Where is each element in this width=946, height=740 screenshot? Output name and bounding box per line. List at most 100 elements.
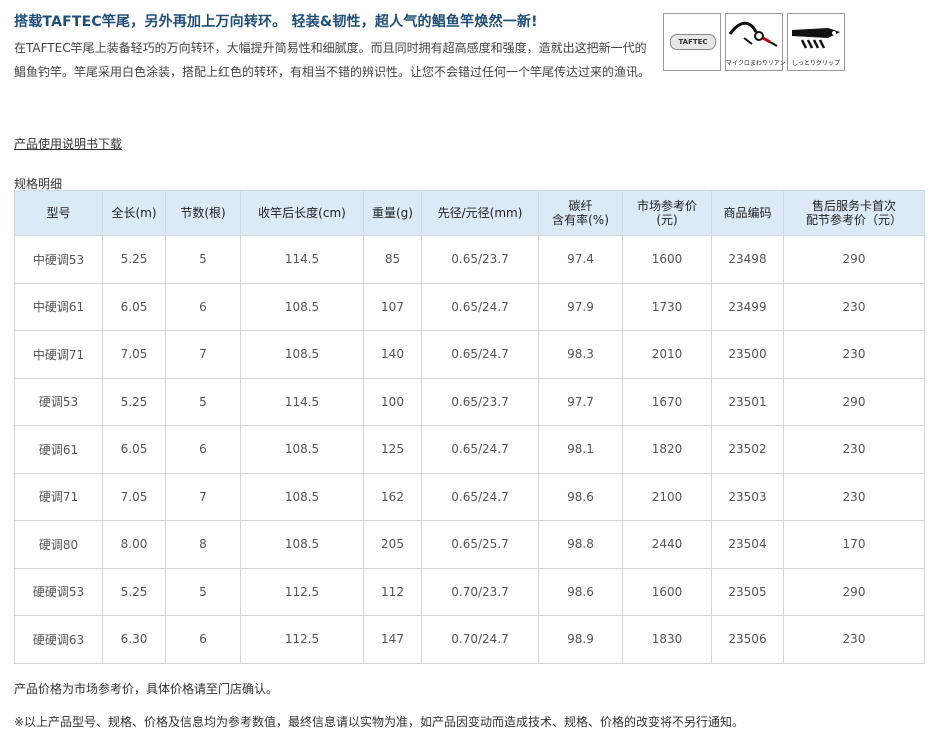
column-header: 节数(根): [165, 190, 241, 236]
table-cell: 0.65/25.7: [421, 520, 539, 569]
table-cell: 98.1: [538, 425, 623, 474]
table-cell: 97.9: [538, 282, 623, 331]
table-cell: 5: [165, 567, 241, 616]
grip-graphic-icon: [792, 28, 840, 49]
table-cell: 5.25: [102, 567, 166, 616]
table-cell: 107: [363, 282, 422, 331]
table-cell: 硬硬调53: [14, 567, 103, 616]
table-cell: 108.5: [240, 520, 364, 569]
table-cell: 2440: [622, 520, 712, 569]
table-cell: 23498: [711, 235, 784, 284]
table-cell: 230: [783, 330, 925, 379]
table-cell: 硬调71: [14, 472, 103, 521]
table-cell: 23501: [711, 377, 784, 426]
table-cell: 85: [363, 235, 422, 284]
table-cell: 1600: [622, 235, 712, 284]
column-header: 全长(m): [102, 190, 166, 236]
table-cell: 硬调53: [14, 377, 103, 426]
grip-caption: しっとりグリップ: [791, 60, 840, 67]
table-cell: 98.3: [538, 330, 623, 379]
table-cell: 112.5: [240, 615, 364, 664]
table-cell: 114.5: [240, 377, 364, 426]
table-cell: 硬调61: [14, 425, 103, 474]
table-cell: 112.5: [240, 567, 364, 616]
table-cell: 147: [363, 615, 422, 664]
taftec-logo-icon: TAFTEC: [663, 13, 721, 71]
table-cell: 97.7: [538, 377, 623, 426]
table-cell: 中硬调71: [14, 330, 103, 379]
disclaimer-note: ※以上产品型号、规格、价格及信息均为参考数值，最终信息请以实物为准，如产品因变动…: [14, 715, 745, 729]
table-cell: 290: [783, 235, 925, 284]
column-header: 市场参考价 (元): [622, 190, 712, 236]
table-cell: 硬调80: [14, 520, 103, 569]
column-header: 收竿后长度(cm): [240, 190, 364, 236]
table-cell: 290: [783, 377, 925, 426]
table-cell: 23499: [711, 282, 784, 331]
table-row: 硬调71 7.05 7 108.5 162 0.65/24.7 98.6 2100 23503 2…: [14, 472, 925, 521]
price-note: 产品价格为市场参考价，具体价格请至门店确认。: [14, 682, 279, 696]
table-cell: 7: [165, 330, 241, 379]
table-cell: 170: [783, 520, 925, 569]
table-cell: 0.65/23.7: [421, 377, 539, 426]
micro-swivel-caption: マイクロまわりリアン: [726, 60, 786, 67]
table-row: 硬硬调53 5.25 5 112.5 112 0.70/23.7 98.6 1600 23505…: [14, 567, 925, 616]
table-cell: 125: [363, 425, 422, 474]
table-cell: 162: [363, 472, 422, 521]
table-cell: 0.65/24.7: [421, 330, 539, 379]
table-cell: 2100: [622, 472, 712, 521]
table-cell: 8.00: [102, 520, 166, 569]
table-cell: 1730: [622, 282, 712, 331]
manual-download-link[interactable]: 产品使用说明书下载: [14, 135, 122, 152]
table-cell: 6: [165, 615, 241, 664]
table-cell: 98.6: [538, 472, 623, 521]
table-row: 中硬调53 5.25 5 114.5 85 0.65/23.7 97.4 1600 23498 2…: [14, 235, 925, 284]
table-cell: 98.9: [538, 615, 623, 664]
table-cell: 硬硬调63: [14, 615, 103, 664]
table-cell: 8: [165, 520, 241, 569]
feature-icons: TAFTEC マイクロまわりリアン しっとりグリップ: [663, 13, 845, 71]
micro-swivel-icon: マイクロまわりリアン: [725, 13, 786, 71]
table-cell: 6.05: [102, 282, 166, 331]
table-cell: 0.65/24.7: [421, 472, 539, 521]
product-heading: 搭载TAFTEC竿尾，另外再加上万向转环。 轻装&韧性，超人气的鲳鱼竿焕然一新!: [14, 14, 538, 30]
table-cell: 230: [783, 282, 925, 331]
table-cell: 5: [165, 377, 241, 426]
table-cell: 114.5: [240, 235, 364, 284]
table-cell: 112: [363, 567, 422, 616]
table-cell: 7.05: [102, 330, 166, 379]
table-cell: 0.70/23.7: [421, 567, 539, 616]
table-cell: 0.65/23.7: [421, 235, 539, 284]
table-cell: 5.25: [102, 235, 166, 284]
table-cell: 230: [783, 425, 925, 474]
table-row: 硬硬调63 6.30 6 112.5 147 0.70/24.7 98.9 1830 23506…: [14, 615, 925, 664]
table-cell: 23500: [711, 330, 784, 379]
table-row: 中硬调61 6.05 6 108.5 107 0.65/24.7 97.9 1730 23499…: [14, 282, 925, 331]
column-header: 碳纤 含有率(%): [538, 190, 623, 236]
swivel-graphic-icon: [728, 21, 778, 47]
column-header: 型号: [14, 190, 103, 236]
spec-table-body: 中硬调53 5.25 5 114.5 85 0.65/23.7 97.4 1600 23498 2…: [14, 235, 925, 664]
table-cell: 6.05: [102, 425, 166, 474]
table-cell: 205: [363, 520, 422, 569]
table-row: 中硬调71 7.05 7 108.5 140 0.65/24.7 98.3 2010 23500…: [14, 330, 925, 379]
table-cell: 108.5: [240, 472, 364, 521]
table-cell: 108.5: [240, 425, 364, 474]
table-row: 硬调53 5.25 5 114.5 100 0.65/23.7 97.7 1670 23501 2…: [14, 377, 925, 426]
spec-table: 型号 全长(m) 节数(根) 收竿后长度(cm) 重量(g) 先径/元径(mm) 碳纤 含有…: [14, 190, 925, 664]
table-cell: 0.65/24.7: [421, 282, 539, 331]
table-row: 硬调61 6.05 6 108.5 125 0.65/24.7 98.1 1820 23502 2…: [14, 425, 925, 474]
table-cell: 0.70/24.7: [421, 615, 539, 664]
column-header: 售后服务卡首次 配节参考价（元）: [783, 190, 925, 236]
table-cell: 1830: [622, 615, 712, 664]
table-cell: 1600: [622, 567, 712, 616]
table-cell: 98.8: [538, 520, 623, 569]
table-cell: 23503: [711, 472, 784, 521]
table-cell: 5.25: [102, 377, 166, 426]
table-cell: 230: [783, 615, 925, 664]
column-header: 重量(g): [363, 190, 422, 236]
column-header: 先径/元径(mm): [421, 190, 539, 236]
table-cell: 6.30: [102, 615, 166, 664]
table-cell: 6: [165, 425, 241, 474]
table-cell: 7: [165, 472, 241, 521]
table-cell: 108.5: [240, 282, 364, 331]
